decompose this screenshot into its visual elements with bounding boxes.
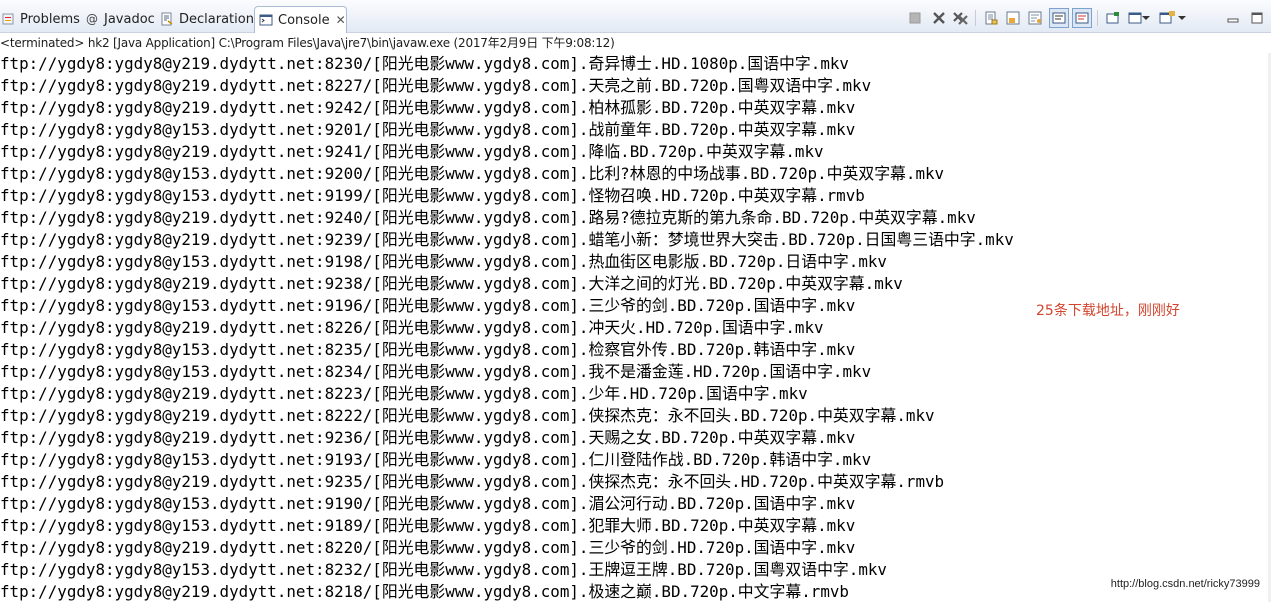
tab-javadoc[interactable]: @ Javadoc xyxy=(85,7,155,31)
word-wrap-icon[interactable] xyxy=(1025,8,1045,28)
tab-problems[interactable]: Problems xyxy=(1,7,80,31)
clear-console-icon[interactable] xyxy=(981,8,1001,28)
tab-label: Javadoc xyxy=(104,11,155,27)
console-line: ftp://ygdy8:ygdy8@y219.dydytt.net:8230/[… xyxy=(0,54,849,73)
pin-console-icon[interactable] xyxy=(1103,8,1123,28)
console-line: ftp://ygdy8:ygdy8@y219.dydytt.net:9239/[… xyxy=(0,230,1014,249)
show-on-stderr-icon[interactable] xyxy=(1072,8,1092,28)
console-line: ftp://ygdy8:ygdy8@y219.dydytt.net:8222/[… xyxy=(0,406,935,425)
open-console-icon[interactable] xyxy=(1157,8,1177,28)
tab-console[interactable]: Console ✕ xyxy=(254,6,347,33)
console-line: ftp://ygdy8:ygdy8@y219.dydytt.net:9235/[… xyxy=(0,472,945,491)
console-line: ftp://ygdy8:ygdy8@y153.dydytt.net:8235/[… xyxy=(0,340,856,359)
console-line: ftp://ygdy8:ygdy8@y153.dydytt.net:9189/[… xyxy=(0,516,856,535)
console-line: ftp://ygdy8:ygdy8@y153.dydytt.net:9200/[… xyxy=(0,164,945,183)
console-line: ftp://ygdy8:ygdy8@y219.dydytt.net:8223/[… xyxy=(0,384,808,403)
tab-label: Declaration xyxy=(179,11,254,27)
tab-label: Console xyxy=(278,12,330,28)
tab-label: Problems xyxy=(20,11,80,27)
console-line: ftp://ygdy8:ygdy8@y219.dydytt.net:9242/[… xyxy=(0,98,856,117)
declaration-icon xyxy=(160,12,174,26)
remove-all-terminated-icon[interactable] xyxy=(951,8,971,28)
console-line: ftp://ygdy8:ygdy8@y153.dydytt.net:9201/[… xyxy=(0,120,856,139)
javadoc-icon: @ xyxy=(86,12,98,26)
problems-icon xyxy=(1,12,15,26)
show-on-stdout-icon[interactable] xyxy=(1049,8,1069,28)
chevron-down-icon[interactable] xyxy=(1141,8,1151,28)
console-line: ftp://ygdy8:ygdy8@y153.dydytt.net:9193/[… xyxy=(0,450,872,469)
tab-declaration[interactable]: Declaration xyxy=(160,7,254,31)
scroll-lock-icon[interactable] xyxy=(1003,8,1023,28)
console-line: ftp://ygdy8:ygdy8@y219.dydytt.net:8227/[… xyxy=(0,76,872,95)
console-icon xyxy=(259,13,273,27)
console-line: ftp://ygdy8:ygdy8@y153.dydytt.net:9190/[… xyxy=(0,494,856,513)
console-line: ftp://ygdy8:ygdy8@y153.dydytt.net:9198/[… xyxy=(0,252,887,271)
console-line: ftp://ygdy8:ygdy8@y219.dydytt.net:8218/[… xyxy=(0,582,849,601)
console-line: ftp://ygdy8:ygdy8@y219.dydytt.net:9238/[… xyxy=(0,274,903,293)
console-line: ftp://ygdy8:ygdy8@y153.dydytt.net:9199/[… xyxy=(0,186,865,205)
console-line: ftp://ygdy8:ygdy8@y219.dydytt.net:9236/[… xyxy=(0,428,856,447)
remove-launch-icon[interactable] xyxy=(929,8,949,28)
close-icon[interactable]: ✕ xyxy=(336,13,346,27)
maximize-icon[interactable] xyxy=(1247,8,1267,28)
console-line: ftp://ygdy8:ygdy8@y153.dydytt.net:8234/[… xyxy=(0,362,872,381)
console-line: ftp://ygdy8:ygdy8@y219.dydytt.net:9240/[… xyxy=(0,208,976,227)
console-line: ftp://ygdy8:ygdy8@y153.dydytt.net:9196/[… xyxy=(0,296,856,315)
console-process-description: <terminated> hk2 [Java Application] C:\P… xyxy=(0,36,615,50)
console-line: ftp://ygdy8:ygdy8@y219.dydytt.net:8226/[… xyxy=(0,318,824,337)
watermark: http://blog.csdn.net/ricky73999 xyxy=(1110,578,1260,590)
console-line: ftp://ygdy8:ygdy8@y153.dydytt.net:8232/[… xyxy=(0,560,887,579)
terminate-icon[interactable] xyxy=(905,8,925,28)
console-line: ftp://ygdy8:ygdy8@y219.dydytt.net:9241/[… xyxy=(0,142,824,161)
chevron-down-icon[interactable] xyxy=(1177,8,1187,28)
console-toolbar xyxy=(909,8,1271,28)
console-line: ftp://ygdy8:ygdy8@y219.dydytt.net:8220/[… xyxy=(0,538,856,557)
view-tab-bar: Problems @ Javadoc Declaration Console ✕ xyxy=(0,0,1271,33)
annotation-text: 25条下载地址，刚刚好 xyxy=(1036,303,1180,319)
minimize-icon[interactable] xyxy=(1223,8,1243,28)
